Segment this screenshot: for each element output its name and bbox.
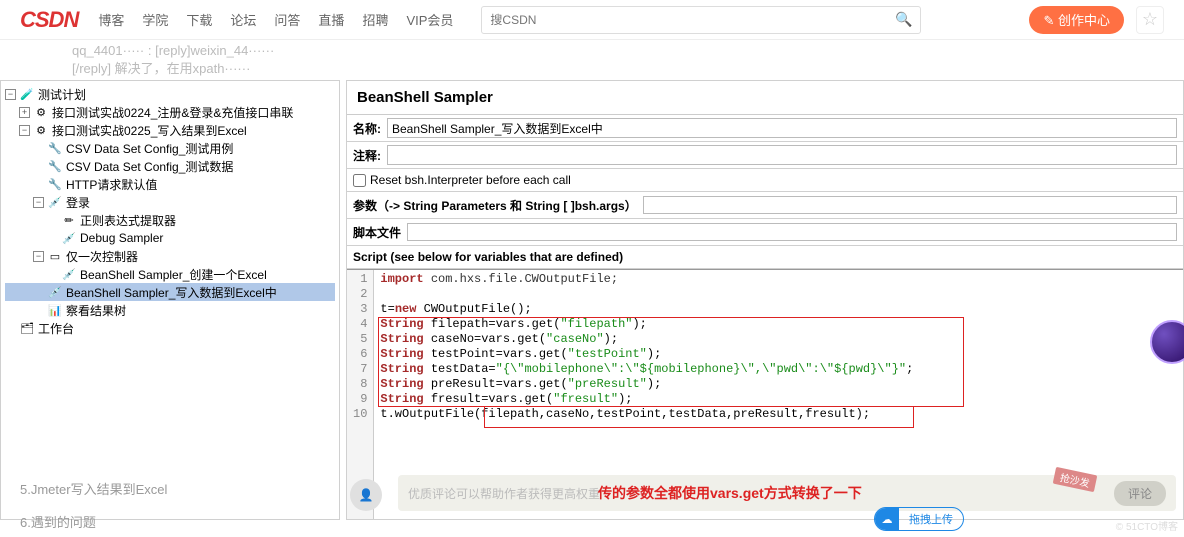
nav-academy[interactable]: 学院	[142, 10, 168, 29]
nav-blog[interactable]: 博客	[98, 10, 124, 29]
name-label: 名称:	[347, 116, 387, 141]
wrench-icon: 🔧	[47, 176, 63, 192]
name-field[interactable]	[387, 118, 1177, 138]
scriptfile-label: 脚本文件	[353, 224, 401, 241]
flask-icon: 🧪	[19, 86, 35, 102]
nav-download[interactable]: 下载	[186, 10, 212, 29]
tree-view-results[interactable]: 📊察看结果树	[5, 301, 335, 319]
nav-qa[interactable]: 问答	[274, 10, 300, 29]
tree-once-controller[interactable]: −▭仅一次控制器	[5, 247, 335, 265]
pipette-icon: 💉	[47, 284, 63, 300]
tree-thread-group-2[interactable]: −⚙接口测试实战0225_写入结果到Excel	[5, 121, 335, 139]
search-box[interactable]: 🔍	[481, 6, 921, 34]
nav-forum[interactable]: 论坛	[230, 10, 256, 29]
wrench-icon: 🔧	[47, 158, 63, 174]
script-header: Script (see below for variables that are…	[347, 246, 1183, 269]
tree-csv-config-2[interactable]: 🔧CSV Data Set Config_测试数据	[5, 157, 335, 175]
csdn-logo[interactable]: CSDN	[20, 7, 78, 33]
comment-area: 👤 优质评论可以帮助作者获得更高权重 传的参数全都使用vars.get方式转换了…	[340, 467, 1184, 537]
bottom-area: 5.Jmeter写入结果到Excel 6.遇到的问题 👤 优质评论可以帮助作者获…	[0, 467, 1184, 537]
reset-interpreter-label: Reset bsh.Interpreter before each call	[370, 173, 571, 187]
pipette-icon: 💉	[47, 194, 63, 210]
toc-item-5[interactable]: 5.Jmeter写入结果到Excel	[20, 479, 320, 498]
comment-placeholder: 优质评论可以帮助作者获得更高权重	[408, 485, 600, 502]
nav-jobs[interactable]: 招聘	[362, 10, 388, 29]
wrench-icon: 🔧	[47, 140, 63, 156]
reply-button[interactable]: 评论	[1114, 481, 1166, 506]
toc-item-6[interactable]: 6.遇到的问题	[20, 512, 320, 531]
tree-beanshell-create[interactable]: 💉BeanShell Sampler_创建一个Excel	[5, 265, 335, 283]
parameters-label: 参数（-> String Parameters 和 String [ ]bsh.…	[353, 197, 637, 214]
tree-http-defaults[interactable]: 🔧HTTP请求默认值	[5, 175, 335, 193]
favorite-icon[interactable]: ☆	[1136, 6, 1164, 34]
nav-live[interactable]: 直播	[318, 10, 344, 29]
tree-beanshell-write[interactable]: 💉BeanShell Sampler_写入数据到Excel中	[5, 283, 335, 301]
nav-vip[interactable]: VIP会员	[406, 10, 453, 29]
reset-interpreter-checkbox[interactable]	[353, 174, 366, 187]
watermark-text: © 51CTO博客	[1116, 518, 1178, 533]
comment-input[interactable]: 优质评论可以帮助作者获得更高权重 传的参数全都使用vars.get方式转换了一下…	[398, 475, 1176, 511]
tree-workbench[interactable]: 🗂工作台	[5, 319, 335, 337]
avatar-icon: 👤	[350, 479, 382, 511]
search-icon[interactable]: 🔍	[895, 11, 912, 28]
test-plan-tree[interactable]: −🧪测试计划 +⚙接口测试实战0224_注册&登录&充值接口串联 −⚙接口测试实…	[0, 80, 340, 520]
scriptfile-field[interactable]	[407, 223, 1177, 241]
upload-button[interactable]: ☁ 拖拽上传	[874, 507, 964, 531]
tree-login-sampler[interactable]: −💉登录	[5, 193, 335, 211]
gear-icon: ⚙	[33, 104, 49, 120]
controller-icon: ▭	[47, 248, 63, 264]
panel-title: BeanShell Sampler	[347, 81, 1183, 115]
pipette-icon: 💉	[61, 230, 77, 246]
breadcrumb-strip: qq_4401····· : [reply]weixin_44······ [/…	[0, 40, 1184, 80]
sampler-panel: BeanShell Sampler 名称: 注释: Reset bsh.Inte…	[346, 80, 1184, 520]
pipette-icon: 💉	[61, 266, 77, 282]
annotation-text: 传的参数全都使用vars.get方式转换了一下	[598, 483, 862, 503]
tree-regex-extractor[interactable]: ✏正则表达式提取器	[5, 211, 335, 229]
search-input[interactable]	[490, 13, 889, 27]
pencil-icon: ✏	[61, 212, 77, 228]
create-center-button[interactable]: ✎ 创作中心	[1029, 6, 1124, 34]
results-icon: 📊	[47, 302, 63, 318]
comment-label: 注释:	[347, 143, 387, 168]
cloud-upload-icon: ☁	[875, 508, 899, 530]
tree-debug-sampler[interactable]: 💉Debug Sampler	[5, 229, 335, 247]
tree-root[interactable]: −🧪测试计划	[5, 85, 335, 103]
sofa-badge: 抢沙发	[1053, 467, 1098, 492]
top-header: CSDN 博客 学院 下载 论坛 问答 直播 招聘 VIP会员 🔍 ✎ 创作中心…	[0, 0, 1184, 40]
comment-field[interactable]	[387, 145, 1177, 165]
gear-icon: ⚙	[33, 122, 49, 138]
parameters-field[interactable]	[643, 196, 1177, 214]
workbench-icon: 🗂	[19, 320, 35, 336]
main-content: −🧪测试计划 +⚙接口测试实战0224_注册&登录&充值接口串联 −⚙接口测试实…	[0, 80, 1184, 520]
toc-sidebar: 5.Jmeter写入结果到Excel 6.遇到的问题	[0, 467, 340, 537]
tree-thread-group-1[interactable]: +⚙接口测试实战0224_注册&登录&充值接口串联	[5, 103, 335, 121]
tree-csv-config-1[interactable]: 🔧CSV Data Set Config_测试用例	[5, 139, 335, 157]
